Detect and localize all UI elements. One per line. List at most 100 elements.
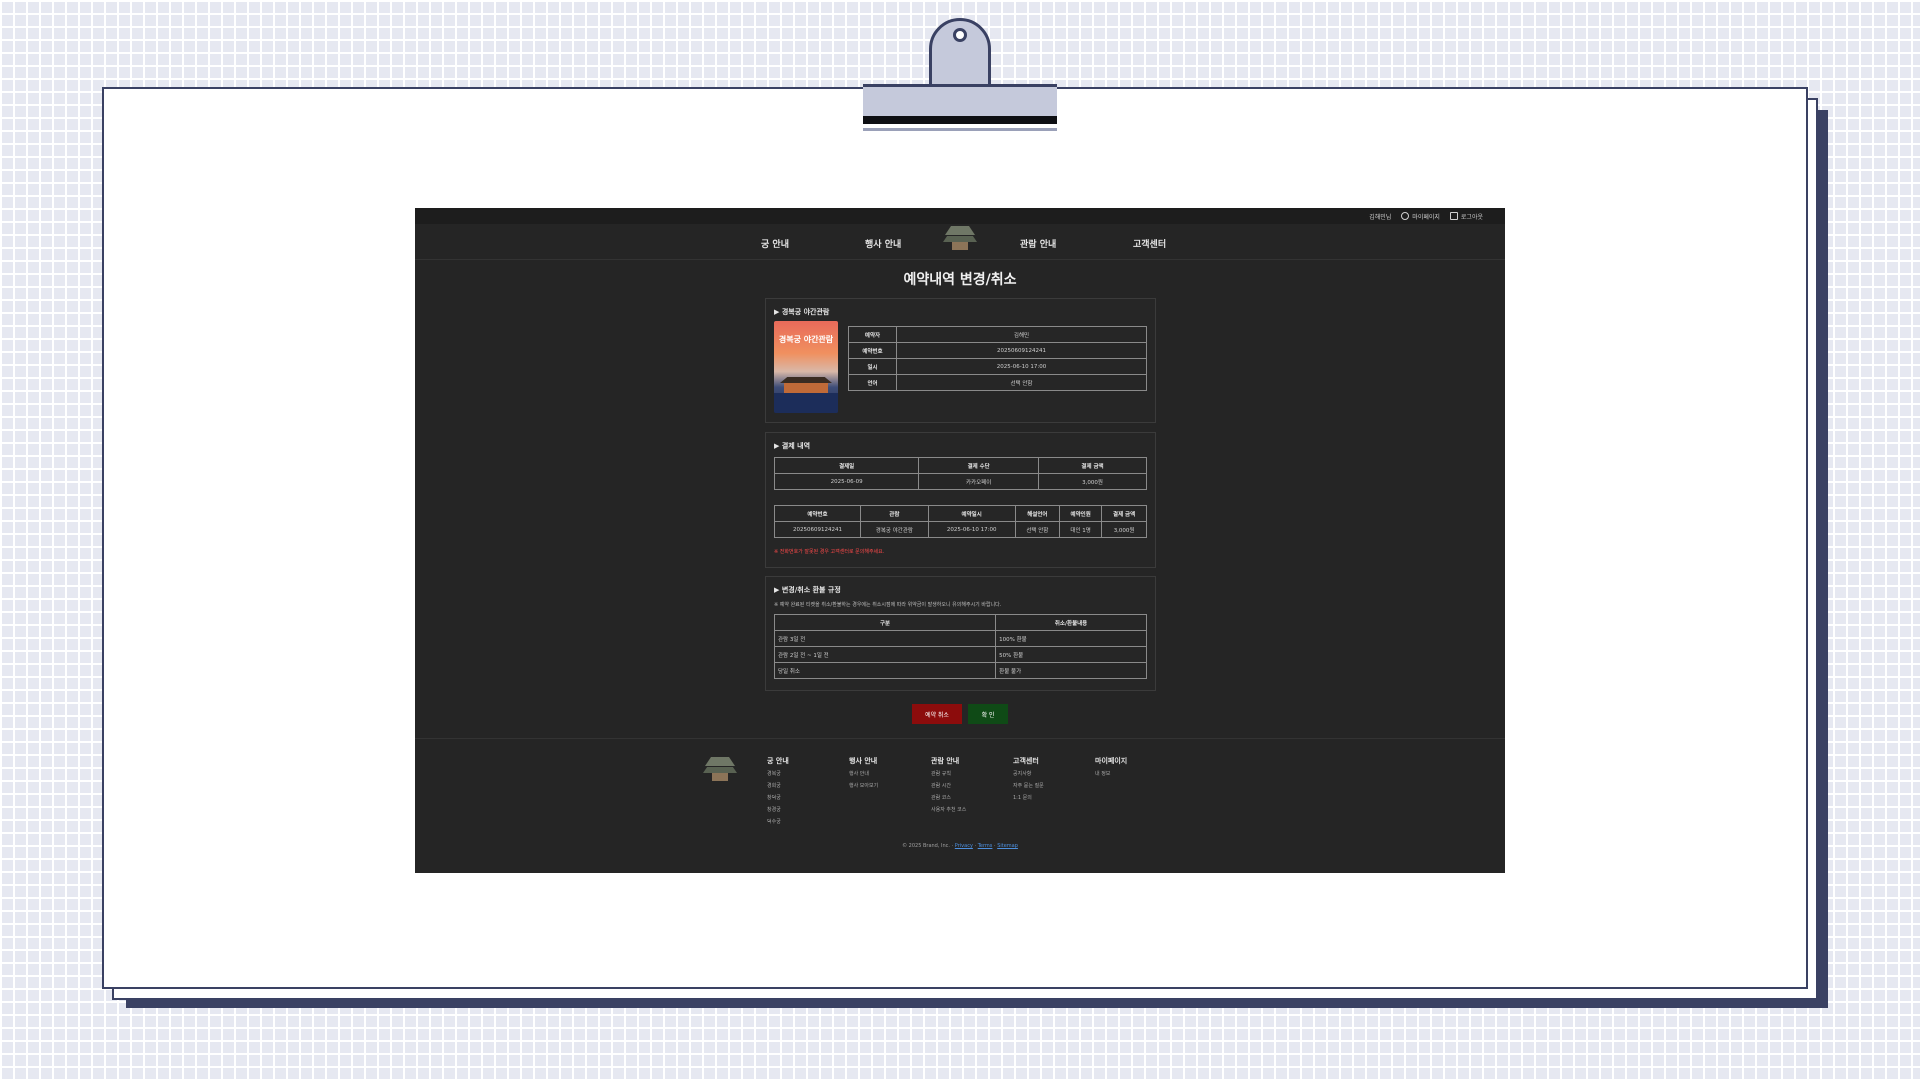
- table-cell: 카카오페이: [918, 473, 1039, 490]
- reservation-table: 예약자 김해민 예약번호 20250609124241 일시 2025-06-10 17:…: [848, 326, 1147, 391]
- table-cell: 2025-06-09: [773, 473, 920, 490]
- footer-column-title: 궁 안내: [767, 757, 789, 765]
- table-cell: 환불 불가: [995, 662, 1147, 679]
- reservation-value: 김해민: [896, 326, 1147, 343]
- footer-link[interactable]: 관람 코스: [931, 792, 966, 804]
- cancel-reservation-button[interactable]: 예약 취소: [912, 704, 962, 724]
- page-title: 예약내역 변경/취소: [903, 272, 1017, 288]
- reservation-label: 예약번호: [848, 342, 897, 359]
- copyright: © 2025 Brand, Inc. · Privacy · Terms · S…: [415, 843, 1505, 849]
- sitemap-link[interactable]: Sitemap: [997, 843, 1018, 849]
- footer-link[interactable]: 사용자 추천 코스: [931, 804, 966, 816]
- table-row: 일시 2025-06-10 17:00: [848, 358, 1147, 375]
- poster-title: 경복궁 야간관람: [778, 335, 834, 344]
- section-title-payment: ▶ 결제 내역: [774, 442, 811, 450]
- reservation-label: 언어: [848, 374, 897, 391]
- main-nav: 궁 안내 행사 안내 관람 안내 고객센터: [415, 224, 1505, 260]
- footer-link[interactable]: 경희궁: [767, 780, 789, 792]
- table-cell: 50% 환불: [995, 646, 1147, 663]
- embedded-website: 김해민님 마이페이지 로그아웃 궁 안내 행사 안내 관람 안내 고객센터 예약…: [415, 208, 1505, 873]
- logout-link[interactable]: 로그아웃: [1449, 212, 1483, 221]
- table-row: 언어 선택 안함: [848, 374, 1147, 391]
- table-cell: 대인 1명: [1059, 521, 1103, 538]
- reservation-value: 선택 안함: [896, 374, 1147, 391]
- table-row: 관람 3일 전 100% 환불: [773, 630, 1147, 647]
- footer-column-title: 관람 안내: [931, 757, 960, 765]
- privacy-link[interactable]: Privacy: [955, 843, 973, 849]
- reservation-value: 2025-06-10 17:00: [896, 358, 1147, 375]
- refund-policy-table: 구분 취소/환불내용 관람 3일 전 100% 환불 관람 2일 전 ~ 1일 전 50…: [773, 614, 1147, 679]
- policy-note: ※ 예약 완료된 티켓을 취소/환불하는 경우에는 취소시점에 따라 위약금이 …: [774, 602, 1002, 608]
- palace-logo-icon[interactable]: [943, 226, 977, 252]
- reservation-value: 20250609124241: [896, 342, 1147, 359]
- terms-link[interactable]: Terms: [978, 843, 993, 849]
- table-row: 예약번호 20250609124241: [848, 342, 1147, 359]
- site-footer: 궁 안내 경복궁 경희궁 창덕궁 창경궁 덕수궁 행사 안내 행사 안내 행사 모아보기 관람 안…: [415, 738, 1505, 873]
- column-header: 취소/환불내용: [995, 614, 1147, 631]
- table-row: 관람 2일 전 ~ 1일 전 50% 환불: [773, 646, 1147, 663]
- footer-column-title: 마이페이지: [1095, 757, 1128, 765]
- footer-link[interactable]: 행사 안내: [849, 768, 878, 780]
- footer-link[interactable]: 덕수궁: [767, 816, 789, 828]
- footer-column: 마이페이지내 정보: [1095, 755, 1127, 780]
- footer-column: 관람 안내관람 규칙 관람 시간 관람 코스 사용자 추천 코스: [931, 755, 966, 816]
- reservation-detail-table: 예약번호 관람 예약일시 해설언어 예약인원 결제 금액 20250609124241 경복…: [774, 505, 1147, 538]
- footer-link[interactable]: 행사 모아보기: [849, 780, 878, 792]
- footer-link[interactable]: 1:1 문의: [1013, 792, 1044, 804]
- confirm-button[interactable]: 확 인: [968, 704, 1008, 724]
- footer-link[interactable]: 경복궁: [767, 768, 789, 780]
- table-cell: 선택 안함: [1014, 521, 1061, 538]
- column-header: 결제 수단: [918, 457, 1039, 474]
- nav-item-events[interactable]: 행사 안내: [865, 237, 901, 250]
- column-header: 결제 금액: [1101, 505, 1147, 522]
- nav-item-visit[interactable]: 관람 안내: [1020, 237, 1056, 250]
- footer-column-title: 고객센터: [1013, 757, 1039, 765]
- contact-notice: ※ 전화번호가 잘못된 경우 고객센터로 문의해주세요.: [774, 549, 885, 555]
- column-header: 예약일시: [927, 505, 1016, 522]
- column-header: 결제 금액: [1038, 457, 1147, 474]
- payment-card: ▶ 결제 내역 결제일 결제 수단 결제 금액 2025-06-09 카카오페이 3,0…: [765, 432, 1156, 568]
- mypage-label: 마이페이지: [1412, 213, 1440, 221]
- reservation-label: 일시: [848, 358, 897, 375]
- table-row: 예약자 김해민: [848, 326, 1147, 343]
- table-cell: 2025-06-10 17:00: [927, 521, 1016, 538]
- table-row: 당일 취소 환불 불가: [773, 662, 1147, 679]
- table-row: 결제일 결제 수단 결제 금액: [773, 457, 1147, 474]
- table-row: 구분 취소/환불내용: [773, 614, 1147, 631]
- footer-column-title: 행사 안내: [849, 757, 878, 765]
- footer-column: 행사 안내 행사 안내 행사 모아보기: [849, 755, 878, 792]
- section-title-policy: ▶ 변경/취소 환불 규정: [774, 586, 841, 594]
- footer-link[interactable]: 자주 묻는 질문: [1013, 780, 1044, 792]
- footer-link[interactable]: 관람 규칙: [931, 768, 966, 780]
- table-cell: 관람 3일 전: [773, 630, 997, 647]
- mypage-link[interactable]: 마이페이지: [1401, 212, 1440, 221]
- column-header: 구분: [773, 614, 997, 631]
- event-poster: 경복궁 야간관람: [774, 321, 838, 413]
- column-header: 관람: [859, 505, 929, 522]
- table-row: 20250609124241 경복궁 야간관람 2025-06-10 17:00 선택…: [774, 521, 1147, 538]
- copyright-separator: ·: [974, 843, 977, 849]
- footer-link[interactable]: 공지사항: [1013, 768, 1044, 780]
- top-utility-bar: 김해민님 마이페이지 로그아웃: [415, 208, 1505, 224]
- footer-link[interactable]: 창경궁: [767, 804, 789, 816]
- user-greeting: 김해민님: [1369, 213, 1392, 221]
- footer-column: 궁 안내경복궁 경희궁 창덕궁 창경궁 덕수궁: [767, 755, 789, 828]
- table-cell: 100% 환불: [995, 630, 1147, 647]
- copyright-separator: ·: [994, 843, 996, 849]
- footer-palace-logo-icon: [703, 757, 737, 783]
- copyright-text: © 2025 Brand, Inc. ·: [902, 843, 954, 849]
- user-icon: [1401, 212, 1410, 220]
- binder-clip-icon: [863, 18, 1057, 131]
- logout-icon: [1449, 212, 1458, 220]
- footer-link[interactable]: 창덕궁: [767, 792, 789, 804]
- section-title-reservation: ▶ 경복궁 야간관람: [774, 308, 830, 316]
- footer-link[interactable]: 관람 시간: [931, 780, 966, 792]
- footer-link[interactable]: 내 정보: [1095, 768, 1127, 780]
- reservation-label: 예약자: [848, 326, 897, 343]
- column-header: 예약인원: [1059, 505, 1103, 522]
- table-row: 예약번호 관람 예약일시 해설언어 예약인원 결제 금액: [774, 505, 1147, 522]
- nav-item-palace[interactable]: 궁 안내: [761, 237, 789, 250]
- nav-item-support[interactable]: 고객센터: [1133, 237, 1166, 250]
- column-header: 해설언어: [1014, 505, 1061, 522]
- table-cell: 3,000원: [1101, 521, 1147, 538]
